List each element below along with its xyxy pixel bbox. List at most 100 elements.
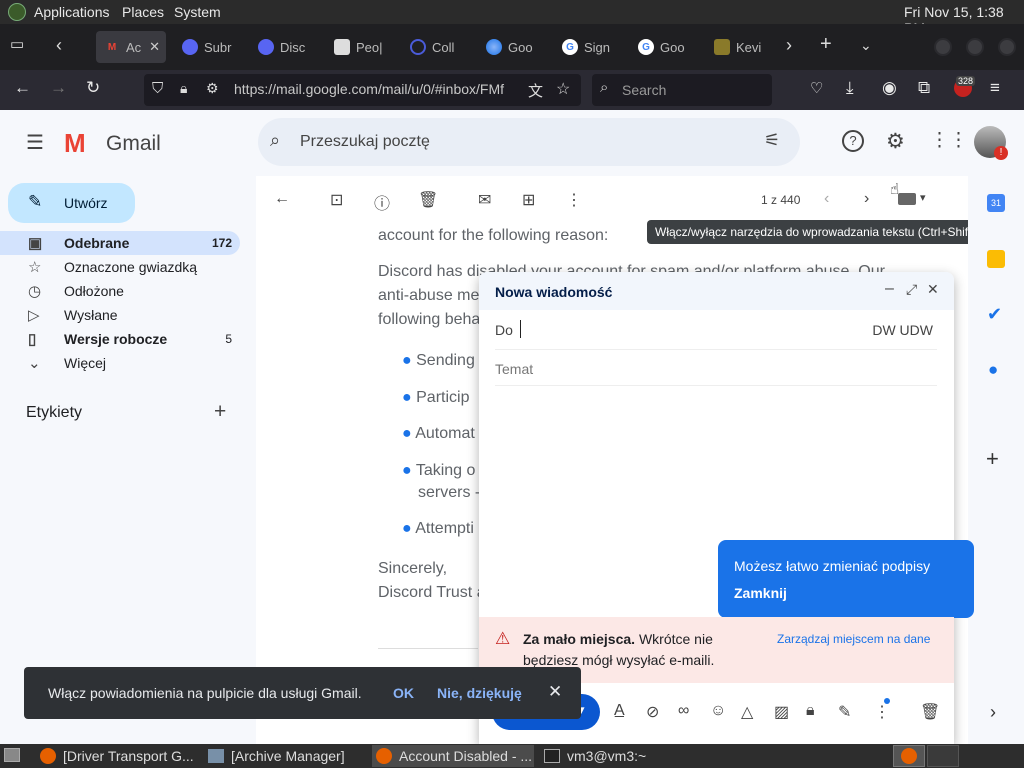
reload-icon[interactable]: ↻ (86, 78, 100, 98)
distro-logo-icon[interactable] (8, 3, 26, 21)
report-spam-icon[interactable]: ⓘ (374, 190, 390, 214)
settings-gear-icon[interactable]: ⚙ (886, 129, 905, 154)
to-field[interactable]: Do DW UDW (495, 310, 937, 350)
delete-trash-icon[interactable]: 🗑︎ (418, 190, 438, 210)
sidebar-item-drafts[interactable]: ▯ Wersje robocze 5 (0, 327, 240, 351)
extensions-icon[interactable]: ⧉ (918, 78, 930, 98)
fullscreen-icon[interactable]: ⤢ (906, 281, 917, 298)
forward-arrow-icon[interactable]: → (50, 78, 67, 98)
window-maximize-button[interactable] (966, 38, 984, 56)
older-chevron-right-icon[interactable]: › (864, 190, 869, 208)
more-options-icon[interactable]: ⋮ (874, 702, 890, 722)
newer-chevron-left-icon[interactable]: ‹ (824, 190, 829, 208)
tab-overview-icon[interactable]: ▭ (10, 35, 24, 53)
taskbar-item-terminal[interactable]: vm3@vm3:~ (540, 745, 702, 767)
tab-collection[interactable]: Coll (402, 31, 472, 63)
search-options-icon[interactable]: ⚟ (764, 130, 780, 151)
drive-icon[interactable]: △ (741, 702, 753, 722)
more-options-icon[interactable]: ⋮ (566, 190, 582, 210)
keyboard-icon[interactable] (898, 193, 916, 205)
tab-scroll-left-icon[interactable]: ‹ (56, 35, 62, 56)
sidebar-item-inbox[interactable]: ▣ Odebrane 172 (0, 231, 240, 255)
workspace-2[interactable] (927, 745, 959, 767)
tasks-icon[interactable]: ✔ (987, 304, 1002, 325)
lock-icon[interactable]: 🔒︎ (180, 80, 187, 97)
sidebar-item-sent[interactable]: ▷ Wysłane (0, 303, 240, 327)
contacts-icon[interactable]: ● (988, 360, 998, 380)
confidential-mode-icon[interactable]: 🔒︎ (806, 702, 815, 720)
account-icon[interactable]: ◉ (882, 78, 897, 98)
back-arrow-icon[interactable]: ← (14, 78, 31, 98)
attach-file-icon[interactable]: ⊘ (646, 702, 659, 722)
browser-search-input[interactable]: ⌕ Search (592, 74, 772, 106)
window-close-button[interactable] (998, 38, 1016, 56)
back-to-inbox-icon[interactable]: ← (274, 190, 290, 208)
pocket-icon[interactable]: ♡ (810, 79, 823, 97)
add-label-icon[interactable]: + (214, 400, 226, 424)
emoji-icon[interactable]: ☺ (710, 702, 726, 720)
tab-google-2[interactable]: G Goo (630, 31, 700, 63)
tab-kevin[interactable]: Kevi (706, 31, 776, 63)
search-icon[interactable]: ⌕ (270, 130, 280, 151)
translate-icon[interactable]: 文 (528, 80, 543, 101)
tab-google-1[interactable]: Goo (478, 31, 548, 63)
window-minimize-button[interactable] (934, 38, 952, 56)
signature-pen-icon[interactable]: ✎ (838, 702, 851, 722)
mark-unread-icon[interactable]: ✉ (478, 190, 491, 210)
keep-icon[interactable] (987, 250, 1005, 268)
archive-icon[interactable]: ⊡ (330, 190, 343, 210)
calendar-icon[interactable]: 31 (987, 194, 1005, 212)
places-menu[interactable]: Places (122, 4, 164, 20)
shield-icon[interactable]: ⛉ (152, 80, 163, 97)
insert-link-icon[interactable]: ∞ (678, 702, 689, 720)
taskbar-item-account-disabled[interactable]: Account Disabled - ... (372, 745, 534, 767)
tab-discord-2[interactable]: Disc (250, 31, 320, 63)
get-addons-plus-icon[interactable]: + (986, 446, 999, 472)
menu-hamburger-icon[interactable]: ≡ (990, 78, 1000, 98)
list-tabs-chevron-down-icon[interactable]: ⌄ (860, 37, 872, 54)
tab-people[interactable]: Peo| (326, 31, 396, 63)
show-side-panel-chevron-icon[interactable]: › (990, 702, 996, 723)
mail-search-bar[interactable]: ⌕ Przeszukaj pocztę ⚟ (258, 118, 800, 166)
downloads-icon[interactable]: ⤓ (846, 78, 854, 98)
mail-search-input[interactable]: Przeszukaj pocztę (300, 133, 430, 151)
manage-storage-link[interactable]: Zarządzaj miejscem na dane (777, 632, 930, 646)
sidebar-item-more[interactable]: ⌄ Więcej (0, 351, 240, 375)
bookmark-star-icon[interactable]: ☆ (556, 79, 570, 99)
gmail-logo-icon[interactable]: M (64, 128, 86, 159)
compose-header[interactable]: Nowa wiadomość – ⤢ ✕ (479, 272, 954, 310)
insert-photo-icon[interactable]: ▨ (774, 702, 789, 722)
url-bar[interactable]: ⛉ 🔒︎ ⚙ https://mail.google.com/mail/u/0/… (144, 74, 581, 106)
show-desktop-icon[interactable] (4, 748, 20, 762)
main-menu-icon[interactable]: ☰ (26, 130, 44, 155)
promo-close-button[interactable]: Zamknij (734, 585, 787, 601)
url-text[interactable]: https://mail.google.com/mail/u/0/#inbox/… (234, 81, 524, 97)
move-to-icon[interactable]: ⊞ (522, 190, 535, 210)
sidebar-item-snoozed[interactable]: ◷ Odłożone (0, 279, 240, 303)
cc-bcc-link[interactable]: DW UDW (872, 322, 933, 338)
sidebar-item-starred[interactable]: ☆ Oznaczone gwiazdką (0, 255, 240, 279)
input-tools-dropdown-icon[interactable]: ▾ (920, 191, 926, 204)
permissions-icon[interactable]: ⚙ (206, 80, 219, 97)
taskbar-item-archive-manager[interactable]: [Archive Manager] (204, 745, 366, 767)
close-icon[interactable]: ✕ (927, 281, 939, 298)
snackbar-dismiss-button[interactable]: Nie, dziękuję (437, 685, 522, 701)
gmail-logo-text[interactable]: Gmail (106, 132, 161, 156)
compose-button[interactable]: ✎ Utwórz (8, 183, 135, 223)
tab-sign-in[interactable]: G Sign (554, 31, 624, 63)
close-icon[interactable]: ✕ (548, 682, 562, 702)
system-menu[interactable]: System (174, 4, 221, 20)
apps-grid-icon[interactable]: ⋮⋮ (930, 129, 968, 152)
snackbar-ok-button[interactable]: OK (393, 685, 414, 701)
help-icon[interactable]: ? (842, 130, 864, 152)
tab-scroll-right-icon[interactable]: › (786, 35, 792, 56)
tab-discord-1[interactable]: Subr (174, 31, 244, 63)
minimize-icon[interactable]: – (885, 280, 894, 298)
taskbar-item-driver-transport[interactable]: [Driver Transport G... (36, 745, 198, 767)
new-tab-icon[interactable]: + (820, 33, 832, 56)
formatting-options-icon[interactable]: A̲ (614, 702, 625, 720)
discard-draft-trash-icon[interactable]: 🗑︎ (920, 702, 940, 722)
tab-gmail[interactable]: M Ac ✕ (96, 31, 166, 63)
applications-menu[interactable]: Applications (34, 4, 110, 20)
close-tab-icon[interactable]: ✕ (149, 39, 160, 55)
